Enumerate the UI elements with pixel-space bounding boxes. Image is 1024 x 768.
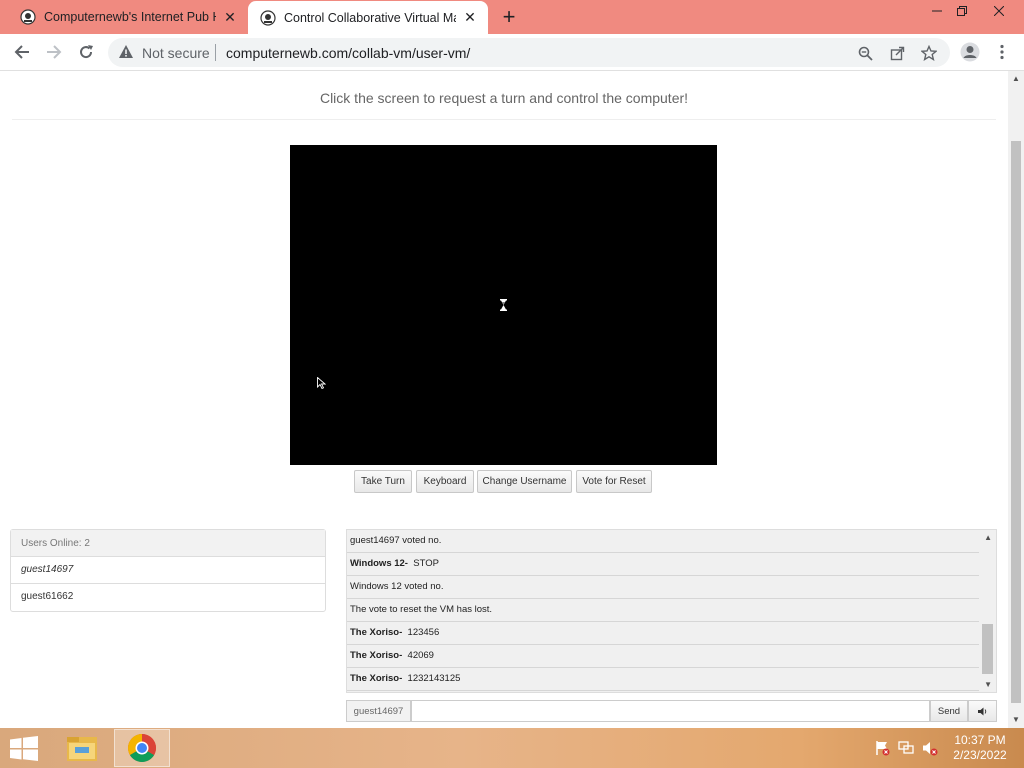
close-tab-icon[interactable]: ✕ bbox=[222, 9, 238, 25]
browser-tab-collab-vm[interactable]: Control Collaborative Virtual Ma ✕ bbox=[248, 1, 488, 34]
network-icon[interactable] bbox=[898, 740, 914, 756]
chat-text: STOP bbox=[413, 558, 439, 569]
scroll-up-arrow-icon[interactable]: ▲ bbox=[984, 533, 992, 542]
chat-username: The Xoriso- bbox=[350, 627, 403, 638]
clock-time: 10:37 PM bbox=[954, 733, 1006, 747]
tab-strip: Computernewb's Internet Pub Hu ✕ Control… bbox=[0, 0, 1024, 34]
chat-input-row: guest14697 Send bbox=[346, 700, 997, 722]
users-online-panel: Users Online: 2 guest14697 guest61662 bbox=[10, 529, 326, 612]
volume-button[interactable] bbox=[968, 700, 997, 722]
new-tab-icon[interactable]: + bbox=[497, 4, 521, 29]
windows-taskbar: 10:37 PM 2/23/2022 bbox=[0, 728, 1024, 768]
page-content: Click the screen to request a turn and c… bbox=[0, 71, 1008, 728]
close-tab-icon[interactable]: ✕ bbox=[462, 9, 478, 26]
chat-text: 1232143125 bbox=[407, 673, 461, 684]
send-button[interactable]: Send bbox=[930, 700, 968, 722]
scroll-down-arrow-icon[interactable]: ▼ bbox=[984, 680, 992, 689]
page-scrollbar-thumb[interactable] bbox=[1011, 141, 1021, 703]
chat-message: The Xoriso- 123456 bbox=[347, 622, 979, 645]
chat-scrollbar-thumb[interactable] bbox=[982, 624, 993, 674]
scroll-down-arrow-icon[interactable]: ▼ bbox=[1012, 715, 1020, 724]
chat-message: The Xoriso- 42069 bbox=[347, 645, 979, 668]
clock-date: 2/23/2022 bbox=[953, 748, 1007, 762]
file-explorer-taskbar-icon[interactable] bbox=[54, 729, 110, 767]
divider bbox=[12, 119, 996, 120]
chrome-icon bbox=[128, 734, 156, 762]
close-window-icon[interactable] bbox=[982, 0, 1016, 22]
restore-icon[interactable] bbox=[945, 0, 979, 22]
change-username-button[interactable]: Change Username bbox=[477, 470, 572, 493]
chat-message: guest14697 voted no. bbox=[347, 530, 979, 553]
user-list-item[interactable]: guest61662 bbox=[11, 584, 325, 611]
collabvm-favicon-icon bbox=[260, 9, 276, 26]
chat-message: The Xoriso- 1232143125 bbox=[347, 668, 979, 691]
vote-for-reset-button[interactable]: Vote for Reset bbox=[576, 470, 652, 493]
zoom-icon[interactable] bbox=[856, 44, 874, 62]
user-list-item[interactable]: guest14697 bbox=[11, 557, 325, 584]
vm-screen[interactable] bbox=[290, 145, 717, 465]
menu-dots-icon[interactable] bbox=[989, 39, 1015, 65]
folder-icon bbox=[67, 737, 97, 761]
chat-message: Windows 12 voted no. bbox=[347, 576, 979, 599]
hourglass-cursor-icon bbox=[500, 299, 507, 311]
share-icon[interactable] bbox=[888, 44, 906, 62]
url-text[interactable]: computernewb.com/collab-vm/user-vm/ bbox=[226, 45, 470, 61]
chat-log[interactable]: guest14697 voted no. Windows 12- STOP Wi… bbox=[346, 529, 997, 693]
forward-arrow-icon[interactable] bbox=[41, 39, 67, 65]
divider bbox=[215, 44, 216, 61]
scroll-up-arrow-icon[interactable]: ▲ bbox=[1012, 74, 1020, 83]
chat-username: The Xoriso- bbox=[350, 650, 403, 661]
chat-username: Windows 12- bbox=[350, 558, 408, 569]
bookmark-star-icon[interactable] bbox=[920, 44, 938, 62]
chat-text: guest14697 voted no. bbox=[350, 535, 442, 546]
browser-tab-computernewb-pub[interactable]: Computernewb's Internet Pub Hu ✕ bbox=[8, 0, 248, 34]
action-center-flag-icon[interactable] bbox=[874, 740, 890, 756]
tab-title: Computernewb's Internet Pub Hu bbox=[44, 10, 216, 24]
chat-scrollbar[interactable]: ▲ ▼ bbox=[979, 530, 996, 692]
warning-icon[interactable] bbox=[118, 44, 134, 60]
volume-icon bbox=[977, 707, 986, 715]
profile-avatar-icon[interactable] bbox=[957, 39, 983, 65]
take-turn-button[interactable]: Take Turn bbox=[354, 470, 412, 493]
tab-title: Control Collaborative Virtual Ma bbox=[284, 10, 456, 25]
windows-start-icon[interactable] bbox=[10, 736, 38, 761]
security-label[interactable]: Not secure bbox=[142, 45, 210, 61]
chat-username: The Xoriso- bbox=[350, 673, 403, 684]
keyboard-button[interactable]: Keyboard bbox=[416, 470, 474, 493]
instruction-text: Click the screen to request a turn and c… bbox=[319, 90, 689, 106]
collabvm-favicon-icon bbox=[20, 9, 36, 25]
browser-toolbar: Not secure computernewb.com/collab-vm/us… bbox=[0, 34, 1024, 71]
chat-text: 123456 bbox=[407, 627, 440, 638]
chat-username-label[interactable]: guest14697 bbox=[346, 700, 411, 722]
address-bar[interactable]: Not secure computernewb.com/collab-vm/us… bbox=[108, 38, 950, 67]
chrome-taskbar-icon[interactable] bbox=[114, 729, 170, 767]
reload-icon[interactable] bbox=[73, 39, 99, 65]
back-arrow-icon[interactable] bbox=[9, 39, 35, 65]
volume-muted-icon[interactable] bbox=[922, 740, 938, 756]
users-online-header: Users Online: 2 bbox=[11, 530, 325, 557]
chat-text: Windows 12 voted no. bbox=[350, 581, 444, 592]
chat-text: 42069 bbox=[407, 650, 434, 661]
chat-text: The vote to reset the VM has lost. bbox=[350, 604, 493, 615]
page-scrollbar[interactable]: ▲ ▼ bbox=[1008, 71, 1024, 728]
chat-input[interactable] bbox=[411, 700, 930, 722]
chat-message: Windows 12- STOP bbox=[347, 553, 979, 576]
mouse-pointer-icon bbox=[317, 377, 326, 389]
taskbar-clock[interactable]: 10:37 PM 2/23/2022 bbox=[944, 733, 1016, 763]
chat-message: The vote to reset the VM has lost. bbox=[347, 599, 979, 622]
